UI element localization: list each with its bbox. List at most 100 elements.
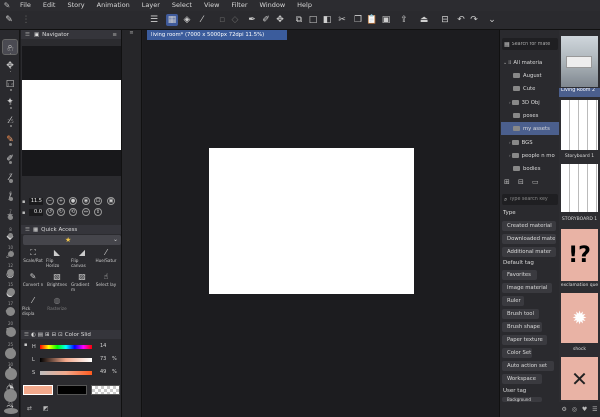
type-additional-material[interactable]: Additional mater (502, 247, 556, 257)
brush-size-option[interactable]: 17 (0, 301, 21, 316)
quick-access-set-select[interactable]: ★ ⌄ (23, 235, 121, 245)
brush-size-option[interactable]: 6 (0, 191, 21, 201)
tree-item-3d-obj[interactable]: › 3D Obj (501, 96, 561, 109)
copy-icon[interactable]: ❐ (352, 14, 364, 26)
transparent-color-swatch[interactable] (91, 385, 120, 395)
quick-access-item[interactable]: ◍ Rasterize (46, 295, 68, 317)
eraser-icon[interactable]: ◈ (181, 14, 193, 26)
tree-item-bgs[interactable]: › BGS (501, 136, 561, 149)
brush-size-option[interactable]: 40 (0, 383, 21, 402)
zoom-value[interactable]: 11.5 (29, 198, 43, 205)
quick-access-item[interactable]: ▨ Gradient m (71, 271, 93, 293)
panel-grip-icon[interactable]: ☰ (25, 227, 30, 233)
similar-color-icon[interactable]: ⊟ (52, 332, 57, 338)
lightness-slider[interactable] (40, 358, 92, 362)
hsl-mode-icon[interactable]: ▪ (24, 342, 27, 348)
zoom-100-icon[interactable]: ● (69, 197, 77, 205)
tag-color-set[interactable]: Color Set (502, 348, 532, 358)
default-colors-icon[interactable]: ◩ (43, 405, 49, 412)
brush-size-option[interactable]: 1 (0, 65, 21, 72)
settings-icon[interactable]: ⚙ (561, 406, 566, 413)
brush-size-option[interactable]: 8 (0, 227, 21, 238)
material-keyword-search[interactable]: ⌕ Type search key (502, 194, 558, 205)
brush-size-option[interactable]: 2.5 (0, 119, 21, 127)
rotate-right-icon[interactable]: ↻ (57, 208, 65, 216)
panel-grip-icon[interactable]: ☰ (24, 332, 29, 338)
tree-item-poses[interactable]: poses (501, 109, 561, 122)
material-search-box[interactable]: ▦ Search for mate (502, 38, 558, 50)
eyedropper-icon[interactable]: ⁄ (196, 14, 208, 26)
intermediate-color-icon[interactable]: ⊞ (45, 332, 50, 338)
sub-color-swatch[interactable] (57, 385, 87, 395)
list-view-icon[interactable]: ☰ (592, 406, 597, 413)
thumbnail-storyboard-1[interactable] (561, 100, 598, 150)
thumbnail-shock[interactable]: ✹ (561, 293, 598, 343)
tag-background[interactable]: Background (502, 397, 542, 402)
brush-size-option[interactable]: 10 (0, 245, 21, 257)
thumbnail-living-room[interactable] (561, 36, 598, 87)
menu-layer[interactable]: Layer (136, 0, 166, 11)
tree-item-all-materials[interactable]: ⌄ ⁞⁞ All materia (501, 56, 561, 69)
brush-size-option[interactable]: 0.7 (0, 47, 21, 54)
favorite-icon[interactable]: ♥ (582, 406, 587, 413)
brush-size-option[interactable]: 4 (0, 155, 21, 164)
rotate-handle-icon[interactable]: ▪ (22, 210, 27, 216)
thumbnail-storyboard-caps[interactable] (561, 164, 598, 212)
quick-access-item[interactable]: ⛶ Scale/Rot (22, 247, 44, 269)
app-logo-icon[interactable]: ✎ (0, 0, 14, 11)
brush-size-option[interactable]: 20 (0, 321, 21, 337)
cut-icon[interactable]: ✂ (336, 14, 348, 26)
navigator-canvas-thumbnail[interactable] (22, 80, 121, 150)
ruler-icon[interactable]: ⊟ (439, 14, 451, 26)
clear-icon[interactable]: ▣ (380, 14, 392, 26)
quick-access-item[interactable]: ⁄ Hue/Satur (95, 247, 117, 269)
zoom-handle-icon[interactable]: ▪ (22, 199, 27, 205)
quick-access-item[interactable]: ☝ Select lay (95, 271, 117, 293)
undo-icon[interactable]: ↶ (455, 14, 467, 26)
canvas-paper[interactable] (209, 148, 414, 294)
rectangle-select-icon[interactable]: □ (307, 14, 319, 26)
rotate-value[interactable]: 0.0 (29, 209, 43, 216)
brush-size-panel-menu-icon[interactable]: ≡ (121, 30, 142, 40)
menu-view[interactable]: View (198, 0, 225, 11)
document-tab[interactable]: living room* (7000 x 5000px 72dpi 11.5%) (147, 30, 287, 40)
menu-select[interactable]: Select (166, 0, 198, 11)
panel-grip-icon[interactable]: ☰ (25, 32, 30, 38)
s-value[interactable]: 49 (100, 369, 106, 375)
tree-item-bodies[interactable]: bodies (501, 162, 561, 175)
quick-access-item[interactable]: ✎ Convert n (22, 271, 44, 293)
fill-selection-icon[interactable]: ⏏ (418, 14, 430, 26)
move-icon[interactable]: ✥ (274, 14, 286, 26)
saturation-slider[interactable] (40, 371, 92, 375)
chevron-down-icon[interactable]: ⌄ (486, 14, 498, 26)
hue-slider[interactable] (40, 345, 92, 349)
menu-story[interactable]: Story (61, 0, 90, 11)
brush-size-option[interactable]: 5 (0, 173, 21, 183)
tree-item-my-assets[interactable]: my assets (501, 122, 559, 135)
color-history-icon[interactable]: ⊡ (58, 332, 63, 338)
type-created-material[interactable]: Created material (502, 221, 556, 231)
brush-size-option[interactable]: 7 (0, 209, 21, 220)
tag-favorites[interactable]: Favorites (502, 270, 537, 280)
tag-paper-texture[interactable]: Paper texture (502, 335, 547, 345)
thumbnail-lines[interactable]: ✕ (561, 357, 598, 400)
tag-brush-tool[interactable]: Brush tool (502, 309, 539, 319)
tree-item-people[interactable]: › people n mo (501, 149, 561, 162)
flip-horizontal-icon[interactable]: ⇔ (82, 208, 90, 216)
snap-icon[interactable]: ◇ (229, 14, 241, 26)
brush-size-option[interactable]: 50 (0, 402, 21, 414)
menu-edit[interactable]: Edit (37, 0, 62, 11)
tree-item-cute[interactable]: Cute (501, 82, 561, 95)
redo-icon[interactable]: ↷ (468, 14, 480, 26)
main-color-swatch[interactable] (23, 385, 53, 395)
h-value[interactable]: 14 (100, 343, 106, 349)
menu-window[interactable]: Window (254, 0, 292, 11)
quick-access-item[interactable]: ▧ Brightnes (46, 271, 68, 293)
tag-image-material[interactable]: Image material (502, 283, 552, 293)
pencil-icon[interactable]: ✐ (260, 14, 272, 26)
export-icon[interactable]: ⇪ (398, 14, 410, 26)
reset-rotate-icon[interactable]: ⟲ (69, 208, 77, 216)
brush-size-option[interactable]: 25 (0, 342, 21, 359)
brush-size-option[interactable]: 1.5 (0, 83, 21, 91)
brush-size-option[interactable]: 12 (0, 263, 21, 276)
